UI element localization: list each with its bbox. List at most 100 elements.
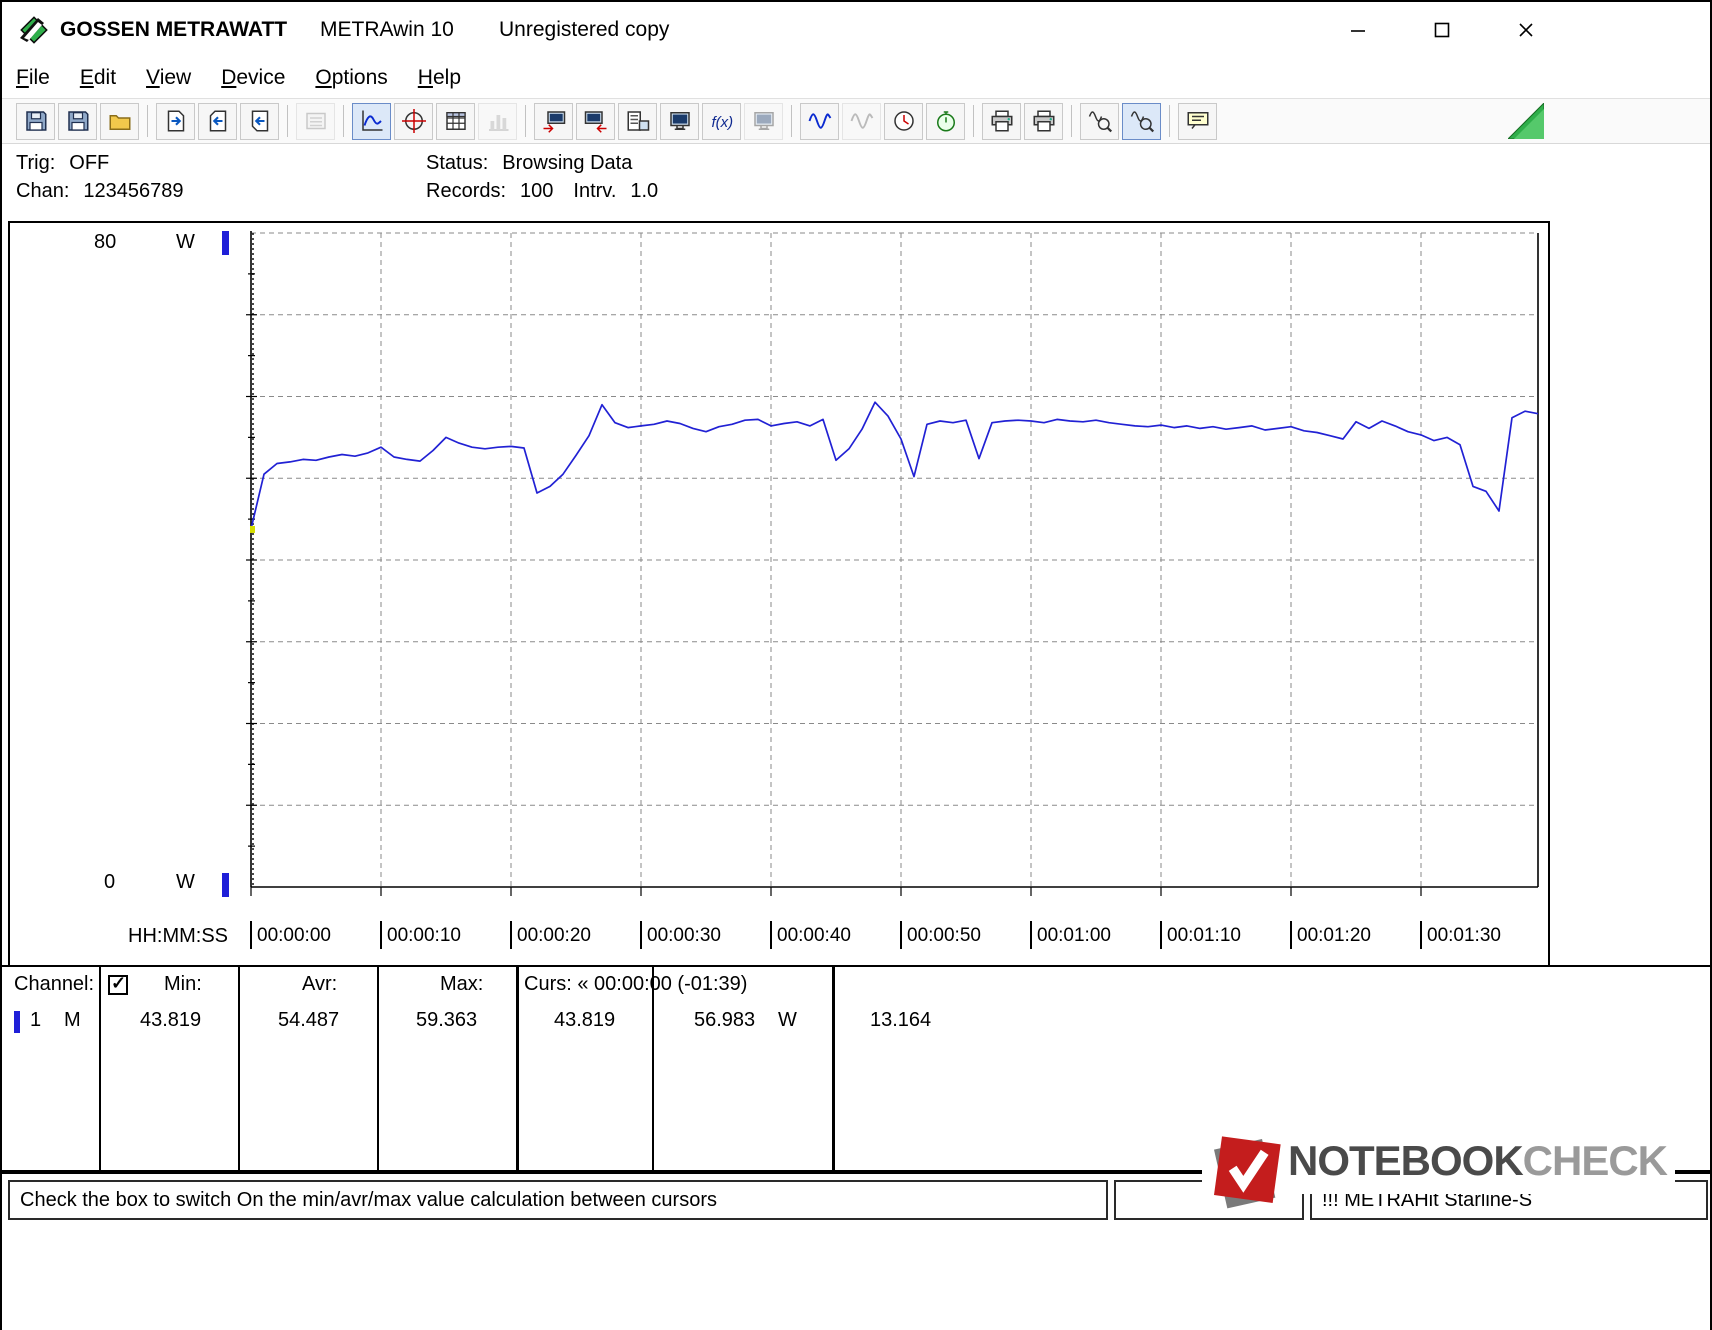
cell-cursor2-unit: W [778, 1009, 797, 1031]
device-setup-icon [542, 109, 566, 133]
monitor-icon [668, 109, 692, 133]
x-tick-label: 00:00:50 [900, 921, 981, 949]
menu-edit[interactable]: Edit [80, 66, 116, 90]
records-label: Records: [426, 180, 507, 202]
toolbar-separator [525, 105, 526, 137]
zoom-cursor-button[interactable] [1122, 102, 1161, 140]
x-tick-label: 00:00:20 [510, 921, 591, 949]
x-tick-label: 00:01:30 [1420, 921, 1501, 949]
plot-svg[interactable] [246, 231, 1544, 909]
toolbar-separator [791, 105, 792, 137]
waveform-gray-icon [850, 109, 874, 133]
toolbar [2, 98, 1710, 144]
table-view-button[interactable] [436, 102, 475, 140]
formula-button[interactable] [702, 102, 741, 140]
print-preview-icon [1032, 109, 1056, 133]
interval-label: Intrv. [573, 180, 617, 202]
col-header-max: Max: [440, 973, 484, 995]
save-icon [24, 109, 48, 133]
channel-config-button[interactable] [618, 102, 657, 140]
app-logo-icon [20, 16, 48, 44]
trend-view-button[interactable] [352, 102, 391, 140]
green-corner-triangle-icon [1508, 103, 1544, 139]
print-preview-button[interactable] [1024, 102, 1063, 140]
timer-button[interactable] [926, 102, 965, 140]
x-tick-label: 00:01:10 [1160, 921, 1241, 949]
memory-card-icon [304, 109, 328, 133]
y-axis-top-label: 80 [94, 231, 117, 253]
toolbar-separator [343, 105, 344, 137]
watermark-text-light: CHECK [1522, 1137, 1668, 1184]
menu-bar: File Edit View Device Options Help [2, 58, 1710, 98]
import-icon [248, 109, 272, 133]
import-button[interactable] [240, 102, 279, 140]
open-button[interactable] [100, 102, 139, 140]
cell-min-value: 43.819 [140, 1009, 202, 1031]
device-read-button[interactable] [576, 102, 615, 140]
maximize-icon [1434, 22, 1450, 38]
statusbar-hint-text: Check the box to switch On the min/avr/m… [20, 1189, 717, 1211]
cell-cursor1-value: 43.819 [554, 1009, 616, 1031]
menu-options[interactable]: Options [315, 66, 387, 90]
stopwatch-icon [934, 109, 958, 133]
watermark-text-dark: NOTEBOOK [1288, 1137, 1524, 1184]
device-read-icon [584, 109, 608, 133]
minimize-button[interactable] [1334, 9, 1382, 51]
transfer-button[interactable] [198, 102, 237, 140]
zoom-wave-icon [1088, 109, 1112, 133]
interval-value: 1.0 [630, 180, 659, 202]
menu-help[interactable]: Help [418, 66, 461, 90]
zoom-horizontal-button[interactable] [1080, 102, 1119, 140]
save-as-icon [66, 109, 90, 133]
waveform-button [842, 102, 881, 140]
y-axis-bottom-unit: W [176, 871, 195, 893]
close-button[interactable] [1502, 9, 1550, 51]
col-header-avr: Avr: [302, 973, 338, 995]
realtime-clock-button[interactable] [884, 102, 923, 140]
annotation-icon [1186, 109, 1210, 133]
cell-channel-mode: M [64, 1009, 81, 1031]
trig-value: OFF [69, 152, 110, 174]
trend-chart-icon [360, 109, 384, 133]
channel-checkbox[interactable] [108, 973, 128, 995]
y-axis-bottom-label: 0 [104, 871, 116, 893]
chart-panel: 80 W 0 W HH:MM:SS 00:00:00 00:00:10 00:00:… [8, 221, 1550, 967]
scope-view-button[interactable] [394, 102, 433, 140]
status-value: Browsing Data [502, 152, 633, 174]
col-header-cursor: Curs: « 00:00:00 (-01:39) [524, 973, 748, 995]
toolbar-separator [1169, 105, 1170, 137]
save-as-button[interactable] [58, 102, 97, 140]
device-display-button[interactable] [660, 102, 699, 140]
statusbar-hint-panel: Check the box to switch On the min/avr/m… [8, 1180, 1108, 1220]
cell-delta-value: 13.164 [870, 1009, 932, 1031]
close-icon [1519, 23, 1533, 37]
x-tick-label: 00:00:40 [770, 921, 851, 949]
channel-row-color-marker [14, 1011, 20, 1033]
device-setup-button[interactable] [534, 102, 573, 140]
waveform-compare-button[interactable] [800, 102, 839, 140]
save-button[interactable] [16, 102, 55, 140]
notebookcheck-watermark: NOTEBOOK CHECK [1202, 1128, 1676, 1209]
printer-icon [990, 109, 1014, 133]
chan-value: 123456789 [83, 180, 184, 202]
menu-device[interactable]: Device [221, 66, 285, 90]
title-license: Unregistered copy [499, 18, 670, 41]
menu-view[interactable]: View [146, 66, 191, 90]
col-header-min: Min: [164, 973, 202, 995]
annotation-button[interactable] [1178, 102, 1217, 140]
export-button[interactable] [156, 102, 195, 140]
crosshair-icon [402, 109, 426, 133]
print-button[interactable] [982, 102, 1021, 140]
menu-file[interactable]: File [16, 66, 50, 90]
app-window: GOSSEN METRAWATT METRAwin 10 Unregistere… [0, 0, 1712, 1330]
waveform-icon [808, 109, 832, 133]
maximize-button[interactable] [1418, 9, 1466, 51]
channel-list-icon [626, 109, 650, 133]
memory-card-button [296, 102, 335, 140]
trig-label: Trig: [16, 152, 56, 174]
clock-icon [892, 109, 916, 133]
cell-avr-value: 54.487 [278, 1009, 340, 1031]
bar-graph-button [478, 102, 517, 140]
info-strip: Trig: OFF Chan: 123456789 Status: Browsi… [2, 144, 1710, 220]
formula-icon [710, 109, 734, 133]
